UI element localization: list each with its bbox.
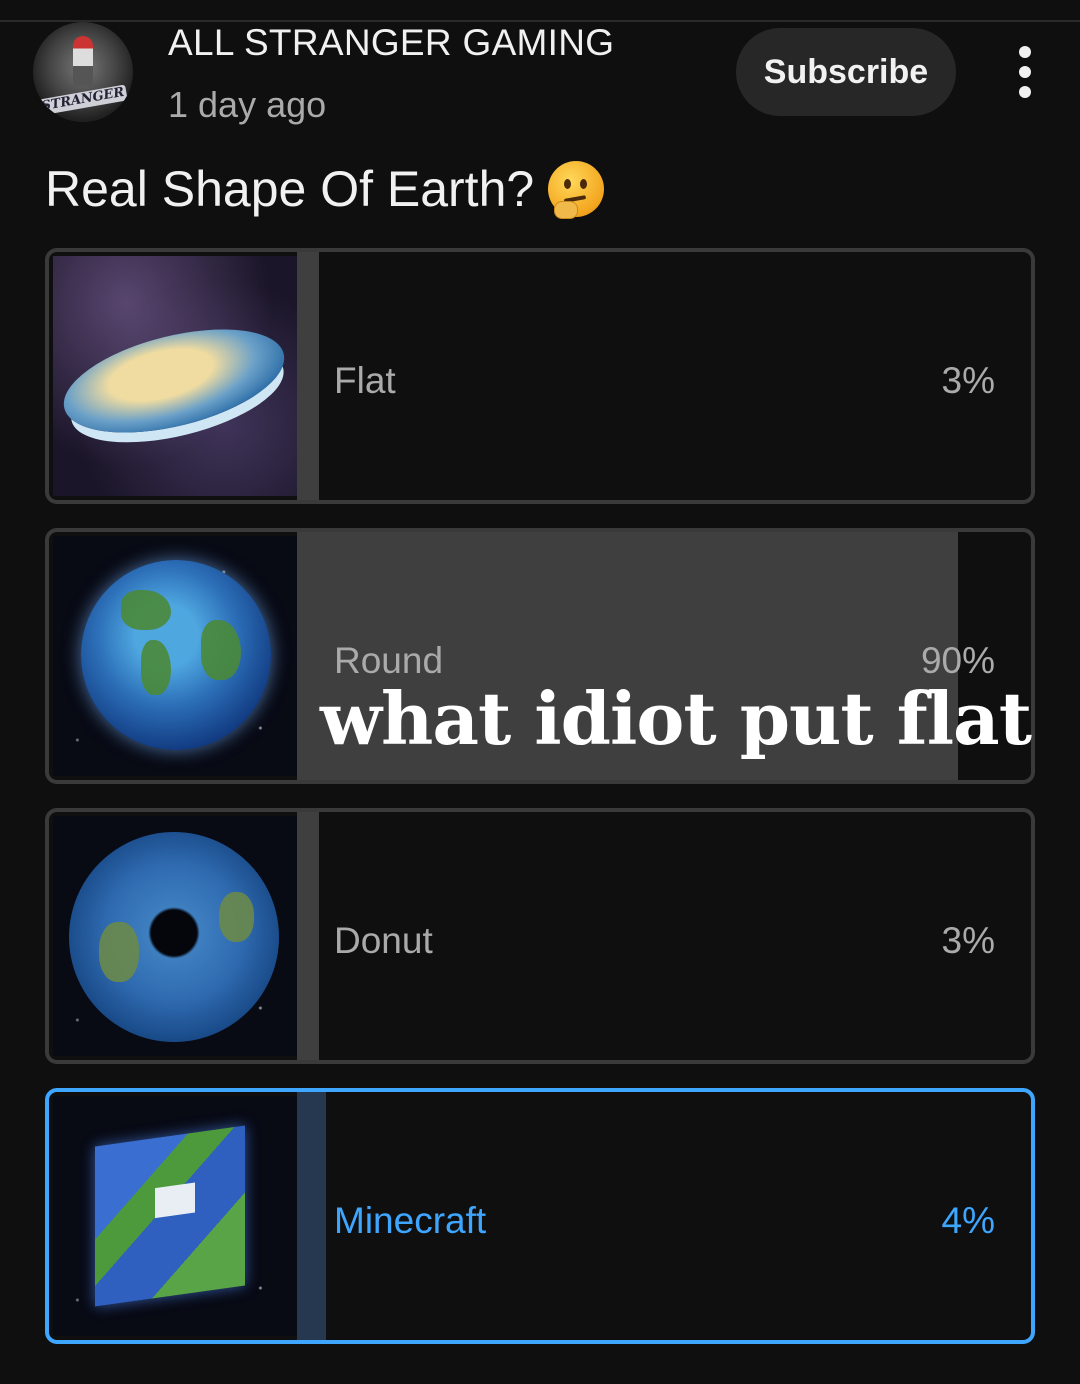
poll-option-flat[interactable]: Flat 3% xyxy=(45,248,1035,504)
question-text: Real Shape Of Earth? xyxy=(45,161,535,217)
poll-option-donut[interactable]: Donut 3% xyxy=(45,808,1035,1064)
poll-option-bar xyxy=(297,1092,326,1340)
poll-option-bar xyxy=(297,812,319,1060)
overlay-caption: what idiot put flat xyxy=(320,676,1032,761)
poll-option-label: Donut xyxy=(334,920,433,961)
minecraft-earth-image xyxy=(53,1096,297,1336)
avatar-character xyxy=(73,36,93,86)
poll-question: Real Shape Of Earth? xyxy=(45,160,605,219)
poll-option-percent: 4% xyxy=(941,1200,995,1241)
poll-option-bar xyxy=(297,252,319,500)
subscribe-button[interactable]: Subscribe xyxy=(736,28,956,116)
poll-option-minecraft[interactable]: Minecraft 4% xyxy=(45,1088,1035,1344)
donut-earth-image xyxy=(53,816,297,1056)
channel-avatar[interactable]: STRANGER xyxy=(33,22,133,122)
channel-name[interactable]: ALL STRANGER GAMING xyxy=(168,22,614,64)
avatar-logo-text: STRANGER xyxy=(38,84,128,116)
flat-earth-image xyxy=(53,256,297,496)
post-time: 1 day ago xyxy=(168,84,327,125)
poll-option-label: Flat xyxy=(334,360,396,401)
poll-option-label: Minecraft xyxy=(334,1200,487,1241)
poll-option-percent: 3% xyxy=(941,360,995,401)
more-options-icon[interactable] xyxy=(1012,46,1038,98)
poll-option-percent: 3% xyxy=(941,920,995,961)
round-earth-image xyxy=(53,536,297,776)
thinking-face-icon xyxy=(548,161,605,219)
